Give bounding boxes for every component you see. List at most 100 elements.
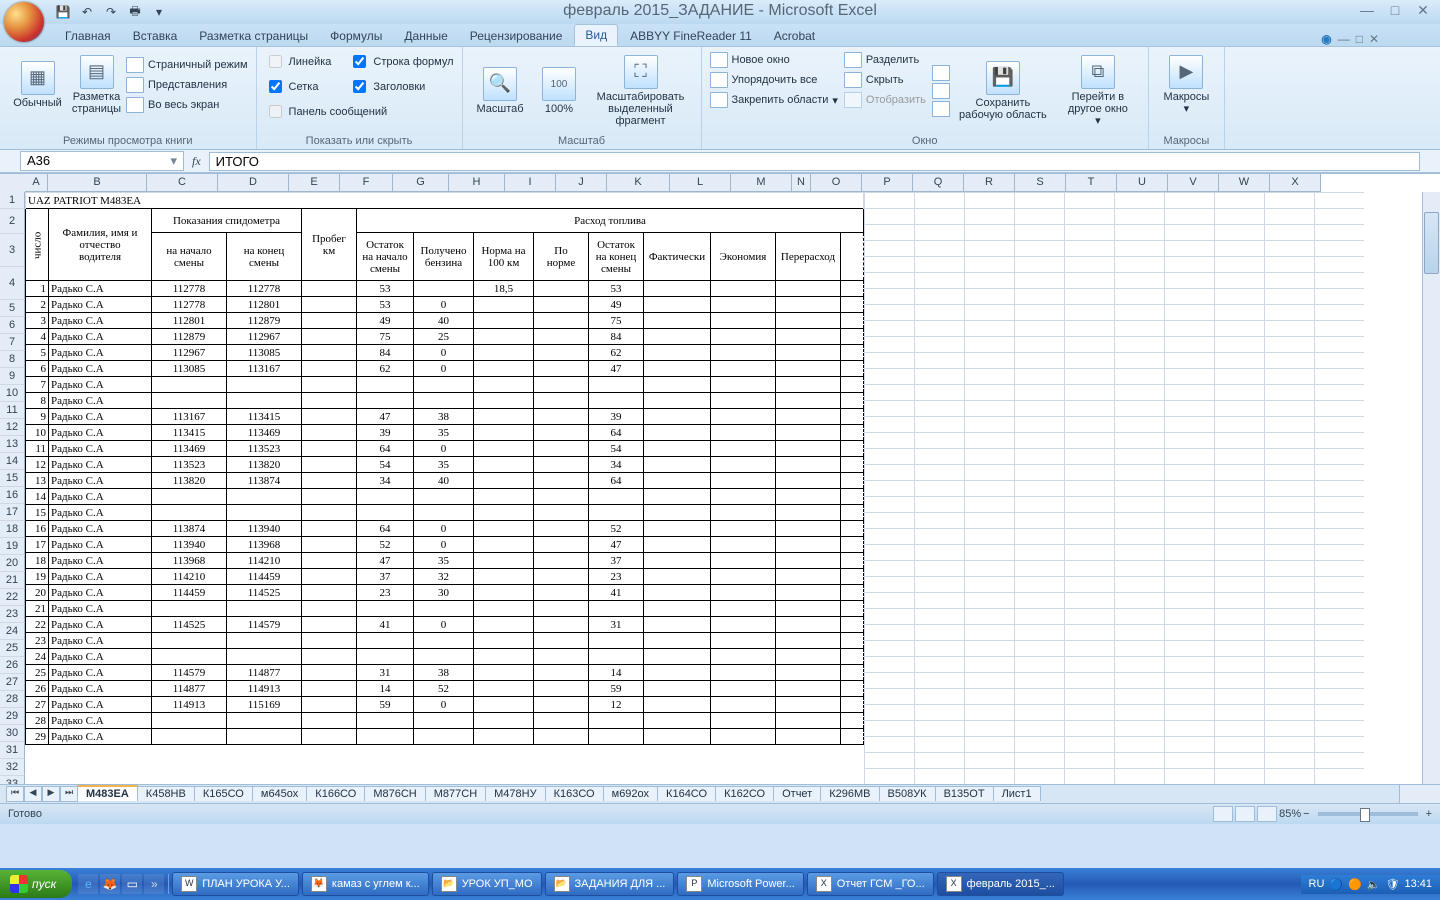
sheet-tab[interactable]: М876СН <box>364 786 425 801</box>
row-header[interactable]: 8 <box>0 351 25 368</box>
sheet-tab[interactable]: М877СН <box>425 786 486 801</box>
view-pagebreak-icon[interactable] <box>1257 806 1277 822</box>
row-header[interactable]: 11 <box>0 402 25 419</box>
row-header[interactable]: 31 <box>0 742 25 759</box>
save-workspace-button[interactable]: 💾Сохранить рабочую область <box>956 51 1050 131</box>
ribbon-tab-1[interactable]: Вставка <box>123 26 188 46</box>
col-header[interactable]: K <box>607 174 670 192</box>
taskbar-item[interactable]: WПЛАН УРОКА У... <box>172 872 299 896</box>
lang-indicator[interactable]: RU <box>1309 878 1325 890</box>
sheet-tab[interactable]: В135ОТ <box>935 786 994 801</box>
col-header[interactable]: N <box>792 174 811 192</box>
chk-formula-bar[interactable]: Строка формул <box>349 51 453 72</box>
close-icon[interactable]: ✕ <box>1412 2 1434 19</box>
row-header[interactable]: 14 <box>0 453 25 470</box>
col-header[interactable]: W <box>1219 174 1270 192</box>
col-header[interactable]: C <box>147 174 218 192</box>
row-headers[interactable]: 1234567891011121314151617181920212223242… <box>0 192 25 784</box>
tray-icon-4[interactable]: 🛡 <box>1386 878 1400 891</box>
col-header[interactable]: B <box>48 174 147 192</box>
ql-ff-icon[interactable]: 🦊 <box>100 874 120 894</box>
row-header[interactable]: 20 <box>0 555 25 572</box>
sheet-tab[interactable]: К458НВ <box>137 786 195 801</box>
doc-min-icon[interactable]: — <box>1338 32 1350 46</box>
col-header[interactable]: R <box>964 174 1015 192</box>
ribbon-tab-2[interactable]: Разметка страницы <box>189 26 318 46</box>
row-header[interactable]: 10 <box>0 385 25 402</box>
ql-ie-icon[interactable]: e <box>78 874 98 894</box>
zoom-value[interactable]: 85% <box>1279 808 1301 820</box>
fx-icon[interactable]: fx <box>184 154 209 169</box>
row-header[interactable]: 18 <box>0 521 25 538</box>
view-normal-icon[interactable] <box>1213 806 1233 822</box>
view-custom-button[interactable]: Представления <box>126 76 248 94</box>
taskbar-item[interactable]: Xфевраль 2015_... <box>937 872 1064 896</box>
taskbar-item[interactable]: 📂ЗАДАНИЯ ДЛЯ ... <box>545 872 675 896</box>
view-pagelayout-button[interactable]: ▤Разметка страницы <box>67 51 126 119</box>
col-header[interactable]: L <box>670 174 731 192</box>
qat-save-icon[interactable]: 💾 <box>54 3 72 21</box>
sheet-tab[interactable]: В508УК <box>879 786 936 801</box>
qat-redo-icon[interactable]: ↷ <box>102 3 120 21</box>
chk-grid[interactable]: Сетка <box>265 76 332 97</box>
ql-more-icon[interactable]: » <box>144 874 164 894</box>
zoom-fit-button[interactable]: ⛶Масштабировать выделенный фрагмент <box>589 51 693 131</box>
zoom-thumb[interactable] <box>1360 808 1370 822</box>
col-header[interactable]: J <box>556 174 607 192</box>
hide-button[interactable]: Скрыть <box>844 71 926 89</box>
row-header[interactable]: 1 <box>0 192 25 209</box>
sheet-tab[interactable]: Отчет <box>773 786 821 801</box>
sheet-tab[interactable]: К296МВ <box>820 786 879 801</box>
start-button[interactable]: пуск <box>0 870 72 898</box>
ribbon-tab-4[interactable]: Данные <box>394 26 457 46</box>
zoom-in-button[interactable]: + <box>1426 808 1432 820</box>
sheet-tab[interactable]: м645ох <box>252 786 307 801</box>
column-headers[interactable]: ABCDEFGHIJKLMNOPQRSTUVWX <box>25 174 1423 192</box>
ribbon-tab-0[interactable]: Главная <box>55 26 121 46</box>
clock[interactable]: 13:41 <box>1404 878 1432 890</box>
unhide-button[interactable]: Отобразить <box>844 91 926 109</box>
row-header[interactable]: 19 <box>0 538 25 555</box>
row-header[interactable]: 5 <box>0 300 25 317</box>
row-header[interactable]: 28 <box>0 691 25 708</box>
row-header[interactable]: 33 <box>0 776 25 784</box>
row-header[interactable]: 22 <box>0 589 25 606</box>
spreadsheet-grid[interactable]: UAZ PATRIOT M483EAчислоФамилия, имя и от… <box>25 192 1423 784</box>
col-header[interactable]: E <box>289 174 340 192</box>
tab-nav-prev[interactable]: ◀ <box>24 786 42 802</box>
row-header[interactable]: 15 <box>0 470 25 487</box>
col-header[interactable]: X <box>1270 174 1321 192</box>
ribbon-tab-5[interactable]: Рецензирование <box>460 26 573 46</box>
ql-desktop-icon[interactable]: ▭ <box>122 874 142 894</box>
split-button[interactable]: Разделить <box>844 51 926 69</box>
sheet-tab[interactable]: М478НУ <box>485 786 545 801</box>
minimize-icon[interactable]: — <box>1356 2 1378 19</box>
col-header[interactable]: M <box>731 174 792 192</box>
sheet-tab[interactable]: К165СО <box>194 786 253 801</box>
qat-dropdown-icon[interactable]: ▾ <box>150 3 168 21</box>
row-header[interactable]: 29 <box>0 708 25 725</box>
sheet-tab[interactable]: К164СО <box>657 786 716 801</box>
zoom-button[interactable]: 🔍Масштаб <box>471 51 530 131</box>
view-normal-button[interactable]: ▦Обычный <box>8 51 67 119</box>
macros-button[interactable]: ▶Макросы ▾ <box>1157 51 1216 119</box>
row-header[interactable]: 17 <box>0 504 25 521</box>
help-icon[interactable]: ◉ <box>1321 32 1331 46</box>
qat-undo-icon[interactable]: ↶ <box>78 3 96 21</box>
col-header[interactable]: F <box>340 174 393 192</box>
col-header[interactable]: O <box>811 174 862 192</box>
syncscroll-icon[interactable] <box>932 65 950 81</box>
qat-print-icon[interactable]: 🖶 <box>126 3 144 21</box>
zoom-out-button[interactable]: − <box>1303 808 1309 820</box>
maximize-icon[interactable]: □ <box>1384 2 1406 19</box>
row-header[interactable]: 2 <box>0 209 25 234</box>
row-header[interactable]: 27 <box>0 674 25 691</box>
sheet-tab[interactable]: К166СО <box>306 786 365 801</box>
chk-headers[interactable]: Заголовки <box>349 76 453 97</box>
row-header[interactable]: 7 <box>0 334 25 351</box>
row-header[interactable]: 16 <box>0 487 25 504</box>
tray-icon-3[interactable]: 🔈 <box>1367 878 1381 891</box>
row-header[interactable]: 3 <box>0 234 25 267</box>
col-header[interactable]: P <box>862 174 913 192</box>
row-header[interactable]: 9 <box>0 368 25 385</box>
